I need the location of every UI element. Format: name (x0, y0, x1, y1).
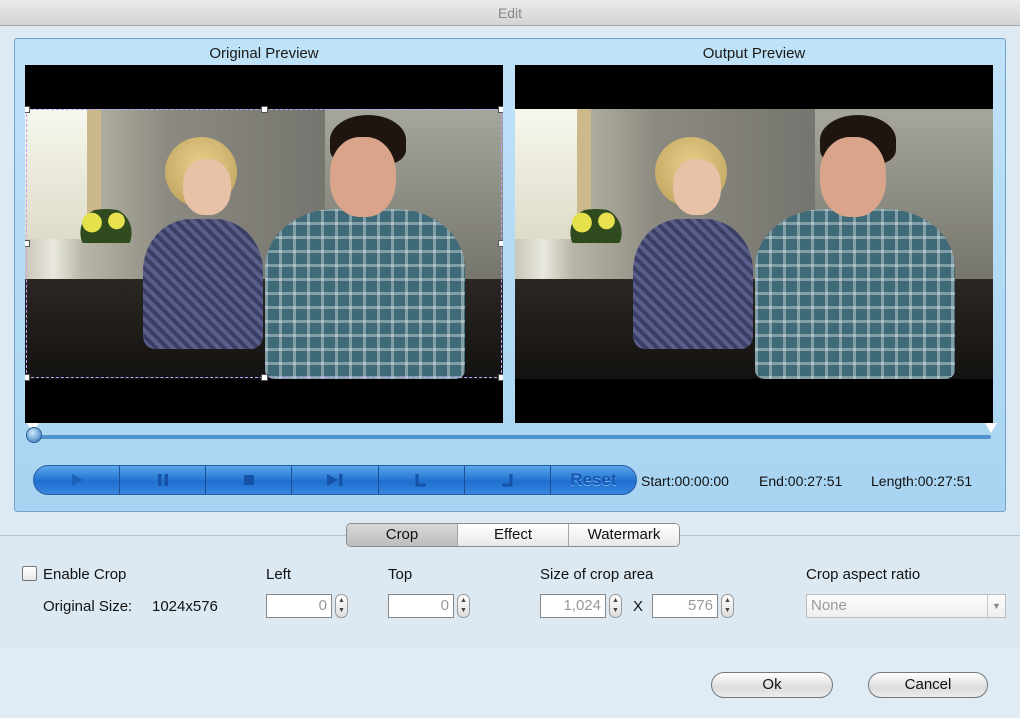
length-time: Length:00:27:51 (871, 473, 973, 489)
enable-crop-label: Enable Crop (43, 566, 127, 583)
left-input[interactable]: 0 (266, 594, 332, 618)
window-titlebar: Edit (0, 0, 1020, 26)
top-label: Top (388, 566, 413, 583)
next-frame-button[interactable] (292, 466, 379, 494)
output-preview-video (515, 65, 993, 423)
reset-button[interactable]: Reset (551, 466, 636, 494)
set-start-button[interactable] (379, 466, 465, 494)
end-marker[interactable] (985, 423, 997, 433)
play-button[interactable] (34, 466, 121, 494)
crop-handle-bottom-right[interactable] (498, 374, 503, 381)
aspect-ratio-value: None (811, 597, 847, 614)
crop-selection-box[interactable] (25, 106, 503, 381)
stop-icon (241, 472, 257, 488)
tab-effect[interactable]: Effect (458, 524, 569, 546)
crop-settings-area (0, 536, 1020, 648)
enable-crop-checkbox[interactable] (22, 566, 37, 581)
preview-panel: Original Preview Output Preview Reset St… (14, 38, 1006, 512)
next-frame-icon (325, 472, 345, 488)
pause-button[interactable] (120, 466, 207, 494)
tab-watermark[interactable]: Watermark (569, 524, 679, 546)
stop-button[interactable] (206, 466, 293, 494)
aspect-ratio-select[interactable]: None ▼ (806, 594, 1006, 618)
top-input[interactable]: 0 (388, 594, 454, 618)
original-preview-title: Original Preview (209, 45, 319, 62)
output-video-frame (515, 109, 993, 379)
pause-icon (155, 472, 171, 488)
crop-handle-top[interactable] (261, 106, 268, 113)
crop-handle-left[interactable] (25, 240, 30, 247)
tab-crop[interactable]: Crop (347, 524, 458, 546)
cancel-button[interactable]: Cancel (868, 672, 988, 698)
playback-controls: Reset (33, 465, 637, 495)
crop-handle-top-left[interactable] (25, 106, 30, 113)
aspect-ratio-label: Crop aspect ratio (806, 566, 921, 583)
crop-handle-bottom[interactable] (261, 374, 268, 381)
set-end-button[interactable] (465, 466, 551, 494)
size-separator: X (633, 598, 644, 615)
output-preview-title: Output Preview (702, 45, 806, 62)
crop-size-label: Size of crop area (540, 566, 654, 583)
crop-height-stepper[interactable]: ▲ ▼ (721, 594, 734, 618)
left-label: Left (266, 566, 292, 583)
timeline-slider[interactable] (26, 423, 997, 443)
set-end-icon (499, 472, 515, 488)
play-icon (69, 472, 85, 488)
left-stepper[interactable]: ▲ ▼ (335, 594, 348, 618)
crop-handle-right[interactable] (498, 240, 503, 247)
start-time: Start:00:00:00 (641, 473, 729, 489)
playhead-thumb[interactable] (26, 427, 42, 443)
edit-tabs: Crop Effect Watermark (346, 523, 680, 547)
ok-button[interactable]: Ok (711, 672, 833, 698)
original-size-value: 1024x576 (152, 598, 218, 615)
crop-width-stepper[interactable]: ▲ ▼ (609, 594, 622, 618)
crop-width-input[interactable]: 1,024 (540, 594, 606, 618)
chevron-down-icon: ▼ (987, 595, 1005, 617)
dialog-footer (0, 648, 1020, 718)
top-stepper[interactable]: ▲ ▼ (457, 594, 470, 618)
original-preview-video[interactable] (25, 65, 503, 423)
crop-handle-bottom-left[interactable] (25, 374, 30, 381)
end-time: End:00:27:51 (759, 473, 843, 489)
crop-handle-top-right[interactable] (498, 106, 503, 113)
crop-height-input[interactable]: 576 (652, 594, 718, 618)
original-size-label: Original Size: (43, 598, 133, 615)
set-start-icon (413, 472, 429, 488)
window-title: Edit (497, 5, 523, 21)
